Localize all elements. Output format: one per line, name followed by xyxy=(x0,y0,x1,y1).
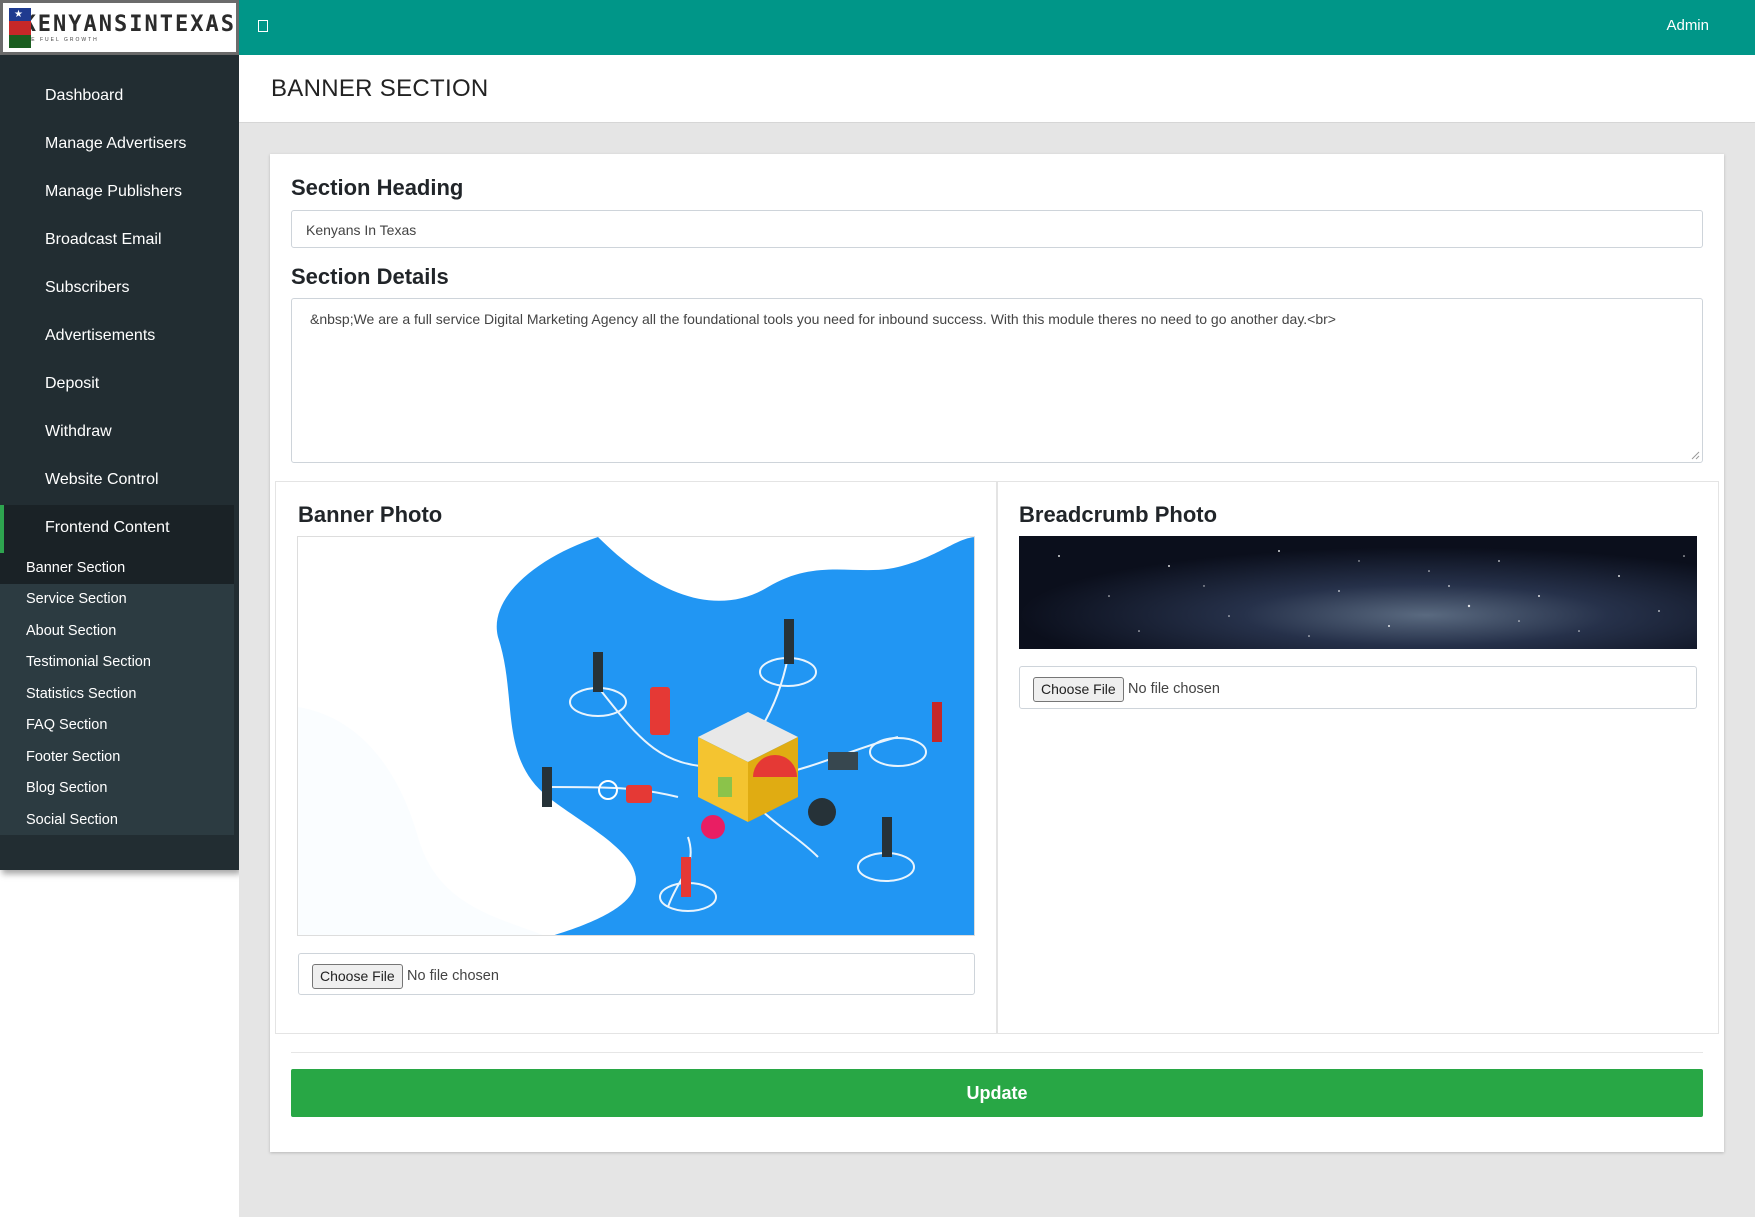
submenu-item-social-section[interactable]: Social Section xyxy=(26,812,118,828)
section-details-value: &nbsp;We are a full service Digital Mark… xyxy=(310,311,1336,327)
section-heading-label: Section Heading xyxy=(291,175,464,200)
sidebar-item-withdraw[interactable]: Withdraw xyxy=(45,423,112,441)
form-divider xyxy=(291,1052,1703,1053)
submenu-item-banner-section[interactable]: Banner Section xyxy=(26,560,125,576)
breadcrumb-photo-label: Breadcrumb Photo xyxy=(1019,502,1218,527)
flag-logo-icon: ★ xyxy=(9,7,31,48)
banner-photo-file-input[interactable]: Choose File No file chosen xyxy=(298,953,975,995)
sidebar-item-broadcast-email[interactable]: Broadcast Email xyxy=(45,231,162,249)
sidebar-toggle-icon[interactable] xyxy=(258,20,268,32)
breadcrumb-choose-file-button[interactable]: Choose File xyxy=(1033,677,1124,702)
submenu-item-testimonial-section[interactable]: Testimonial Section xyxy=(26,654,151,670)
sidebar-item-subscribers[interactable]: Subscribers xyxy=(45,279,129,297)
brand-tagline: WE FUEL GROWTH xyxy=(24,36,99,43)
sidebar-item-manage-publishers[interactable]: Manage Publishers xyxy=(45,183,182,201)
sidebar-item-frontend-content[interactable]: Frontend Content xyxy=(45,519,170,537)
banner-photo-label: Banner Photo xyxy=(298,502,443,527)
breadcrumb-photo-preview xyxy=(1019,536,1697,649)
admin-user-menu[interactable]: Admin xyxy=(1666,17,1709,34)
brand-logo[interactable]: ★ KENYANSINTEXAS WE FUEL GROWTH xyxy=(0,0,239,55)
page-title: BANNER SECTION xyxy=(271,75,489,102)
submenu-item-faq-section[interactable]: FAQ Section xyxy=(26,717,107,733)
section-details-label: Section Details xyxy=(291,264,449,289)
breadcrumb-photo-file-input[interactable]: Choose File No file chosen xyxy=(1019,666,1697,709)
banner-file-status: No file chosen xyxy=(407,968,499,984)
sidebar-item-advertisements[interactable]: Advertisements xyxy=(45,327,155,345)
submenu-item-about-section[interactable]: About Section xyxy=(26,623,116,639)
submenu-item-statistics-section[interactable]: Statistics Section xyxy=(26,686,136,702)
sidebar-item-website-control[interactable]: Website Control xyxy=(45,471,159,489)
submenu-item-footer-section[interactable]: Footer Section xyxy=(26,749,120,765)
section-heading-value: Kenyans In Texas xyxy=(306,222,417,238)
banner-photo-preview xyxy=(297,536,975,936)
brand-name: KENYANSINTEXAS xyxy=(22,11,236,37)
sidebar-item-deposit[interactable]: Deposit xyxy=(45,375,99,393)
update-button[interactable]: Update xyxy=(291,1069,1703,1117)
sidebar: Dashboard Manage Advertisers Manage Publ… xyxy=(0,55,239,870)
sidebar-item-manage-advertisers[interactable]: Manage Advertisers xyxy=(45,135,186,153)
submenu-item-service-section[interactable]: Service Section xyxy=(26,591,127,607)
sidebar-item-dashboard[interactable]: Dashboard xyxy=(45,87,123,105)
banner-choose-file-button[interactable]: Choose File xyxy=(312,964,403,989)
section-details-textarea[interactable]: &nbsp;We are a full service Digital Mark… xyxy=(291,298,1703,463)
submenu-item-blog-section[interactable]: Blog Section xyxy=(26,780,107,796)
breadcrumb-file-status: No file chosen xyxy=(1128,681,1220,697)
resize-handle-icon[interactable] xyxy=(1690,450,1700,460)
section-heading-input[interactable]: Kenyans In Texas xyxy=(291,210,1703,248)
page-header: BANNER SECTION xyxy=(239,55,1755,123)
top-navbar: ★ KENYANSINTEXAS WE FUEL GROWTH Admin xyxy=(0,0,1755,55)
